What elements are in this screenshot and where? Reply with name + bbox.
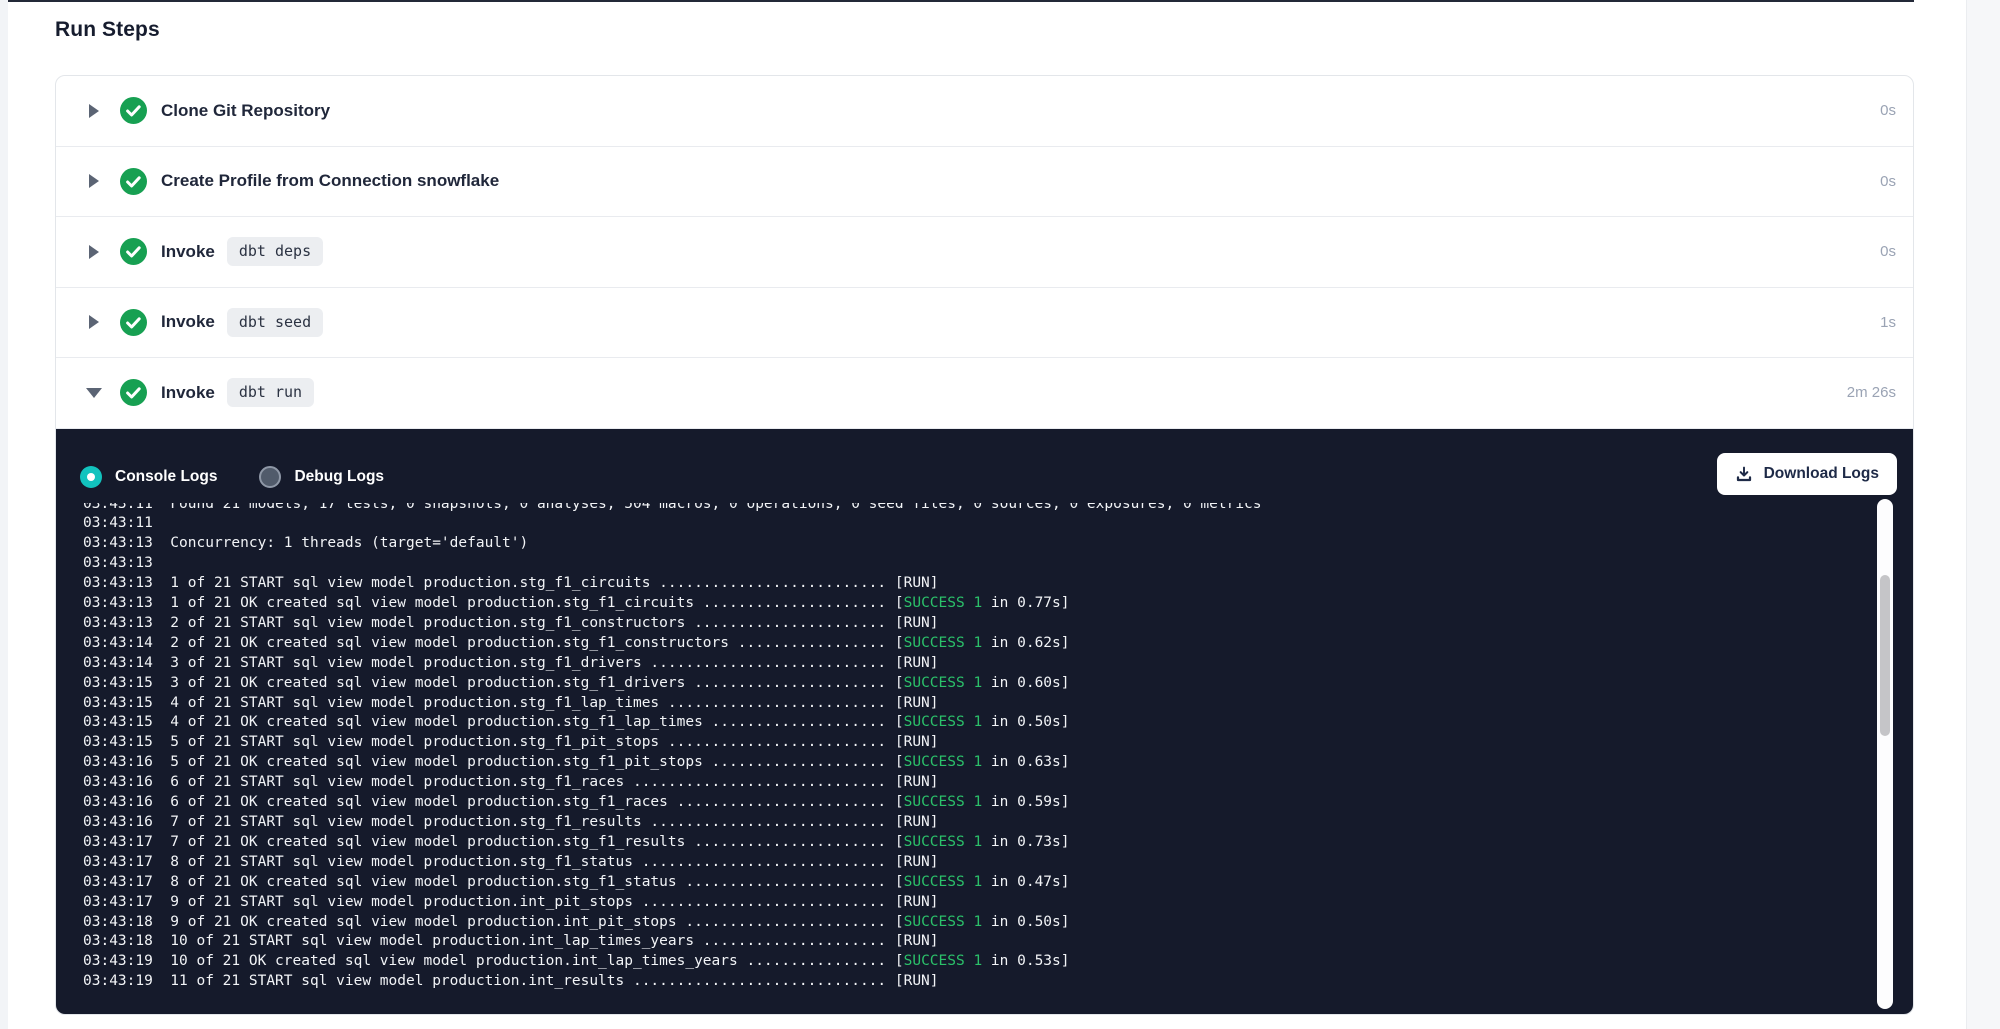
log-line: 03:43:16 7 of 21 START sql view model pr… <box>83 813 1873 833</box>
collapse-caret-icon[interactable] <box>86 388 102 398</box>
log-panel: Console Logs Debug Logs Download Logs 03:… <box>56 429 1913 1015</box>
step-duration: 0s <box>1880 173 1896 190</box>
radio-selected-icon[interactable] <box>80 466 102 488</box>
log-line: 03:43:16 5 of 21 OK created sql view mod… <box>83 753 1873 773</box>
page-title: Run Steps <box>55 18 160 42</box>
download-icon <box>1735 465 1753 483</box>
step-row[interactable]: Invoke dbt deps 0s <box>56 217 1913 288</box>
log-tab-debug-logs[interactable]: Debug Logs <box>259 466 384 488</box>
step-duration: 0s <box>1880 243 1896 260</box>
log-line: 03:43:14 2 of 21 OK created sql view mod… <box>83 634 1873 654</box>
log-line: 03:43:16 6 of 21 OK created sql view mod… <box>83 793 1873 813</box>
log-line: 03:43:13 2 of 21 START sql view model pr… <box>83 614 1873 634</box>
log-line: 03:43:13 1 of 21 OK created sql view mod… <box>83 594 1873 614</box>
radio-unselected-icon[interactable] <box>259 466 281 488</box>
step-row[interactable]: Invoke dbt seed 1s <box>56 288 1913 359</box>
step-label: Invoke <box>161 383 215 403</box>
success-check-icon <box>120 379 147 406</box>
log-line: 03:43:13 <box>83 554 1873 574</box>
log-line: 03:43:15 4 of 21 OK created sql view mod… <box>83 713 1873 733</box>
expand-caret-icon[interactable] <box>86 104 102 118</box>
expand-caret-icon[interactable] <box>86 315 102 329</box>
log-line: 03:43:13 Concurrency: 1 threads (target=… <box>83 534 1873 554</box>
steps-list: Clone Git Repository 0s Create Profile fr… <box>56 76 1913 429</box>
success-check-icon <box>120 168 147 195</box>
success-check-icon <box>120 309 147 336</box>
log-line: 03:43:14 3 of 21 START sql view model pr… <box>83 654 1873 674</box>
download-logs-button[interactable]: Download Logs <box>1717 453 1897 495</box>
log-type-radio-group: Console Logs Debug Logs <box>80 466 384 488</box>
top-border-rule <box>8 0 1914 2</box>
log-line: 03:43:19 10 of 21 OK created sql view mo… <box>83 952 1873 972</box>
success-check-icon <box>120 238 147 265</box>
log-line: 03:43:11 <box>83 514 1873 534</box>
step-row[interactable]: Clone Git Repository 0s <box>56 76 1913 147</box>
run-steps-page: Run Steps Clone Git Repository 0s Create … <box>0 0 2000 1029</box>
log-line: 03:43:16 6 of 21 START sql view model pr… <box>83 773 1873 793</box>
step-row[interactable]: Create Profile from Connection snowflake… <box>56 147 1913 218</box>
log-line: 03:43:11 Found 21 models, 17 tests, 0 sn… <box>83 503 1873 515</box>
log-scrollbar-track[interactable] <box>1877 499 1893 1009</box>
expand-caret-icon[interactable] <box>86 174 102 188</box>
step-duration: 0s <box>1880 102 1896 119</box>
log-line: 03:43:17 7 of 21 OK created sql view mod… <box>83 833 1873 853</box>
step-command-chip: dbt run <box>227 378 314 407</box>
log-line: 03:43:18 10 of 21 START sql view model p… <box>83 932 1873 952</box>
log-line: 03:43:18 9 of 21 OK created sql view mod… <box>83 913 1873 933</box>
log-line: 03:43:17 8 of 21 OK created sql view mod… <box>83 873 1873 893</box>
success-check-icon <box>120 97 147 124</box>
left-gutter <box>0 0 8 1029</box>
step-label: Invoke <box>161 312 215 332</box>
expand-caret-icon[interactable] <box>86 245 102 259</box>
log-line: 03:43:15 4 of 21 START sql view model pr… <box>83 694 1873 714</box>
step-command-chip: dbt seed <box>227 308 323 337</box>
log-tab-console-logs[interactable]: Console Logs <box>80 466 217 488</box>
step-duration: 1s <box>1880 314 1896 331</box>
step-command-chip: dbt deps <box>227 237 323 266</box>
log-line: 03:43:17 8 of 21 START sql view model pr… <box>83 853 1873 873</box>
step-label: Invoke <box>161 242 215 262</box>
step-row[interactable]: Invoke dbt run 2m 26s <box>56 358 1913 429</box>
step-label: Create Profile from Connection snowflake <box>161 171 499 191</box>
radio-label: Debug Logs <box>294 468 384 486</box>
run-steps-card: Clone Git Repository 0s Create Profile fr… <box>55 75 1914 1015</box>
download-label: Download Logs <box>1764 465 1879 483</box>
step-label: Clone Git Repository <box>161 101 330 121</box>
log-line: 03:43:19 11 of 21 START sql view model p… <box>83 972 1873 992</box>
console-log-output[interactable]: 03:43:11 Found 21 models, 17 tests, 0 sn… <box>83 503 1873 1009</box>
log-line: 03:43:17 9 of 21 START sql view model pr… <box>83 893 1873 913</box>
radio-label: Console Logs <box>115 468 217 486</box>
right-gutter <box>1966 0 2000 1029</box>
step-duration: 2m 26s <box>1847 384 1896 401</box>
log-line: 03:43:13 1 of 21 START sql view model pr… <box>83 574 1873 594</box>
log-line: 03:43:15 5 of 21 START sql view model pr… <box>83 733 1873 753</box>
log-scrollbar-thumb[interactable] <box>1880 575 1890 736</box>
log-line: 03:43:15 3 of 21 OK created sql view mod… <box>83 674 1873 694</box>
